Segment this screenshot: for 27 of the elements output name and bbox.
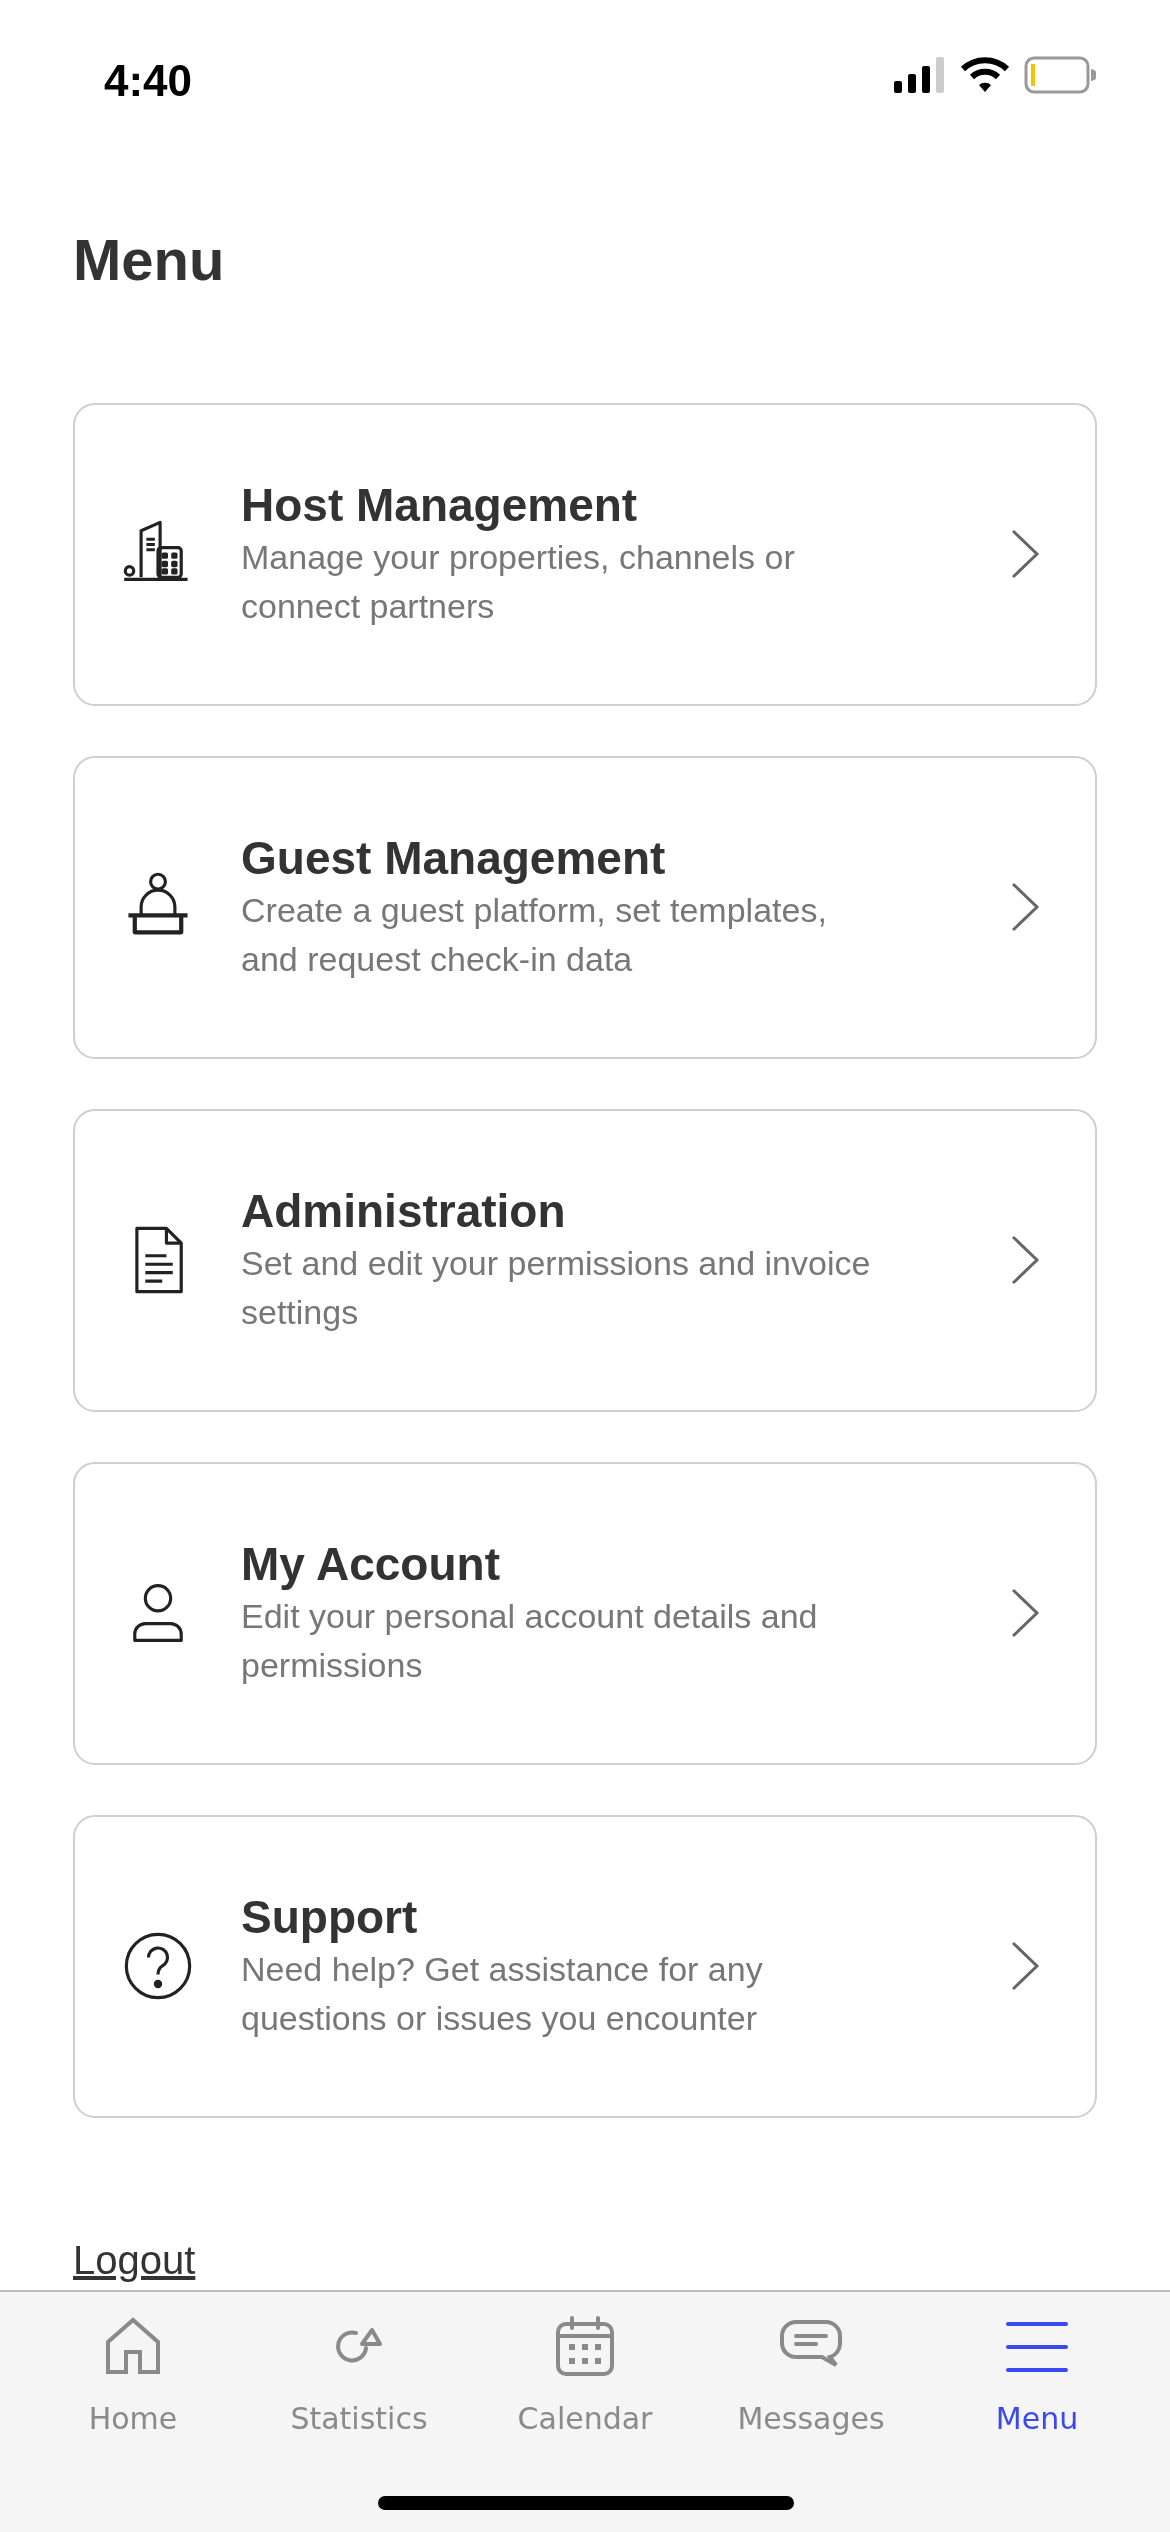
card-title: Administration <box>241 1183 567 1239</box>
menu-card[interactable]: Support Need help? Get assistance for any questions or issues you encounter <box>73 1814 1097 2118</box>
card-title: My Account <box>241 1536 501 1592</box>
card-description: Set and edit your permissions and invoice settings <box>241 1242 872 1334</box>
menu-card[interactable]: My Account Edit your personal account details and permissions <box>73 1461 1097 1765</box>
card-description: Manage your properties, channels or connect partners <box>241 536 796 628</box>
chevron-right-icon <box>1010 528 1040 581</box>
menu-card[interactable]: Administration Set and edit your permissions and invoice settings <box>73 1108 1097 1412</box>
card-description: Create a guest platform, set templates, and request check-in data <box>241 889 828 981</box>
menu-card[interactable]: Host Management Manage your properties, channels or connect partners <box>73 402 1097 706</box>
wifi-icon <box>960 57 1010 93</box>
signal-icon <box>894 57 946 93</box>
tab-bar-item[interactable]: Menu <box>924 2291 1150 2532</box>
battery-icon <box>1024 56 1096 94</box>
chevron-right-icon <box>1010 1587 1040 1640</box>
card-description: Edit your personal account details and permissions <box>241 1595 819 1687</box>
page-title: Menu <box>73 225 226 294</box>
card-title: Guest Management <box>241 830 667 886</box>
chevron-right-icon <box>1010 881 1040 934</box>
card-description: Need help? Get assistance for any questions or issues you encounter <box>241 1948 764 2040</box>
logout-link[interactable]: Logout <box>73 2229 196 2290</box>
menu-card[interactable]: Guest Management Create a guest platform, set templates, and request check-in data <box>73 755 1097 1059</box>
time-text: 4:40 <box>104 55 193 107</box>
card-title: Host Management <box>241 477 639 533</box>
chevron-right-icon <box>1010 1940 1040 1993</box>
card-title: Support <box>241 1889 419 1945</box>
chevron-right-icon <box>1010 1234 1040 1287</box>
